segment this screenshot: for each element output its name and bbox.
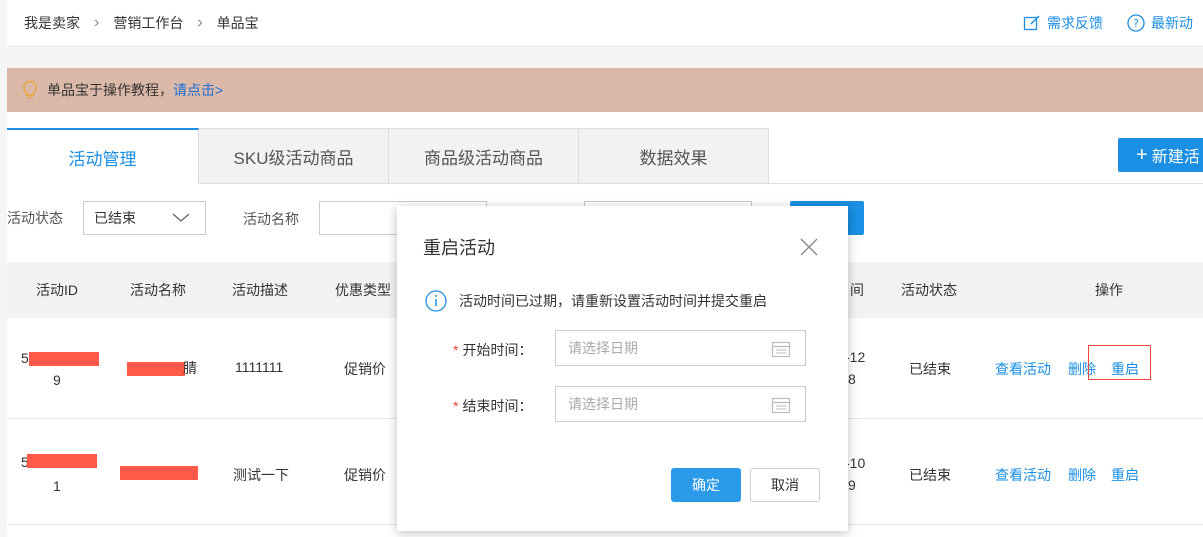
header-actions: 操作 — [1095, 282, 1123, 298]
header-activity-desc: 活动描述 — [232, 282, 288, 298]
new-activity-label: 新建活 — [1151, 149, 1200, 166]
latest-label: 最新动 — [1151, 15, 1193, 31]
header-activity-id: 活动ID — [36, 282, 78, 298]
activity-time-line2: 9 — [848, 477, 856, 493]
tutorial-notice: 单品宝于操作教程， 请点击> — [7, 68, 1203, 112]
activity-desc: 1111111 — [235, 359, 284, 375]
svg-text:?: ? — [1133, 17, 1139, 30]
activity-time-line2: 8 — [848, 371, 856, 387]
edit-icon — [1023, 15, 1040, 31]
latest-link[interactable]: ? 最新动 — [1127, 13, 1193, 33]
calendar-icon — [771, 341, 791, 358]
dialog-title: 重启活动 — [423, 238, 495, 258]
start-date-picker[interactable]: 请选择日期 — [555, 330, 806, 366]
activity-id-suffix: 9 — [53, 372, 61, 388]
restart-link[interactable]: 重启 — [1111, 465, 1139, 485]
start-time-row: * 开始时间： — [453, 340, 552, 360]
activity-name-tail: 腈 — [183, 360, 197, 376]
activity-status: 已结束 — [909, 361, 951, 377]
chevron-down-icon — [172, 213, 190, 222]
confirm-button[interactable]: 确定 — [671, 468, 741, 502]
chevron-right-icon: › — [197, 14, 203, 31]
tab-bar: 活动管理 SKU级活动商品 商品级活动商品 数据效果 — [7, 128, 769, 184]
highlight-box — [1088, 345, 1151, 380]
view-activity-link[interactable]: 查看活动 — [995, 359, 1051, 379]
redaction-mark — [27, 454, 97, 468]
activity-status: 已结束 — [909, 467, 951, 483]
chevron-right-icon: › — [94, 14, 100, 31]
notice-text: 单品宝于操作教程， — [47, 82, 173, 98]
start-time-label: 开始时间： — [462, 342, 533, 358]
status-filter-label: 活动状态 — [7, 210, 63, 226]
dialog-info-text: 活动时间已过期，请重新设置活动时间并提交重启 — [459, 293, 767, 309]
help-icon: ? — [1127, 14, 1145, 32]
activity-time-line1: -12 — [845, 349, 866, 365]
view-activity-link[interactable]: 查看活动 — [995, 465, 1051, 485]
redaction-mark — [120, 466, 198, 480]
feedback-label: 需求反馈 — [1047, 15, 1103, 31]
end-date-picker[interactable]: 请选择日期 — [555, 386, 806, 422]
tab-divider — [769, 183, 1203, 184]
tab-data-effect[interactable]: 数据效果 — [579, 128, 769, 184]
info-icon — [425, 290, 447, 312]
lightbulb-icon — [23, 80, 37, 99]
cancel-button[interactable]: 取消 — [750, 468, 820, 502]
required-mark: * — [453, 342, 459, 358]
breadcrumb-item-marketing[interactable]: 营销工作台 — [113, 13, 183, 33]
top-links: 需求反馈 ? 最新动 — [1023, 0, 1203, 46]
calendar-icon — [771, 397, 791, 414]
activity-id-prefix: 5 — [21, 350, 29, 366]
top-bar: 我是卖家 › 营销工作台 › 单品宝 需求反馈 ? 最新动 — [7, 0, 1203, 47]
discount-type: 促销价 — [344, 361, 386, 377]
activity-time-line1: -10 — [845, 455, 866, 471]
tutorial-link[interactable]: 请点击> — [173, 80, 223, 100]
activity-desc: 测试一下 — [233, 467, 289, 483]
dialog-info: 活动时间已过期，请重新设置活动时间并提交重启 — [425, 290, 767, 312]
delete-link[interactable]: 删除 — [1068, 465, 1096, 485]
feedback-link[interactable]: 需求反馈 — [1023, 13, 1103, 33]
close-icon[interactable] — [798, 236, 820, 258]
header-time: 间 — [850, 282, 864, 298]
tab-item-activity-goods[interactable]: 商品级活动商品 — [389, 128, 579, 184]
tab-sku-activity-goods[interactable]: SKU级活动商品 — [199, 128, 389, 184]
start-date-placeholder: 请选择日期 — [568, 340, 638, 356]
header-activity-name: 活动名称 — [130, 282, 186, 298]
new-activity-button[interactable]: + 新建活 — [1118, 138, 1203, 172]
redaction-mark — [29, 352, 99, 366]
breadcrumb-item-current: 单品宝 — [216, 15, 259, 31]
end-date-placeholder: 请选择日期 — [568, 396, 638, 412]
status-select-value: 已结束 — [94, 210, 136, 226]
header-discount-type: 优惠类型 — [335, 282, 391, 298]
activity-id-suffix: 1 — [53, 478, 61, 494]
breadcrumb: 我是卖家 › 营销工作台 › 单品宝 — [7, 13, 259, 33]
restart-activity-dialog: 重启活动 活动时间已过期，请重新设置活动时间并提交重启 * 开始时间： 请选择日… — [397, 206, 848, 531]
name-filter-label: 活动名称 — [243, 211, 299, 227]
end-time-label: 结束时间： — [462, 398, 533, 414]
header-activity-status: 活动状态 — [901, 282, 957, 298]
plus-icon: + — [1136, 143, 1148, 166]
end-time-row: * 结束时间： — [453, 396, 552, 416]
discount-type: 促销价 — [344, 467, 386, 483]
breadcrumb-item-seller[interactable]: 我是卖家 — [24, 13, 80, 33]
redaction-mark — [127, 362, 185, 376]
tab-activity-management[interactable]: 活动管理 — [7, 128, 199, 184]
required-mark: * — [453, 398, 459, 414]
status-select[interactable]: 已结束 — [83, 201, 206, 235]
